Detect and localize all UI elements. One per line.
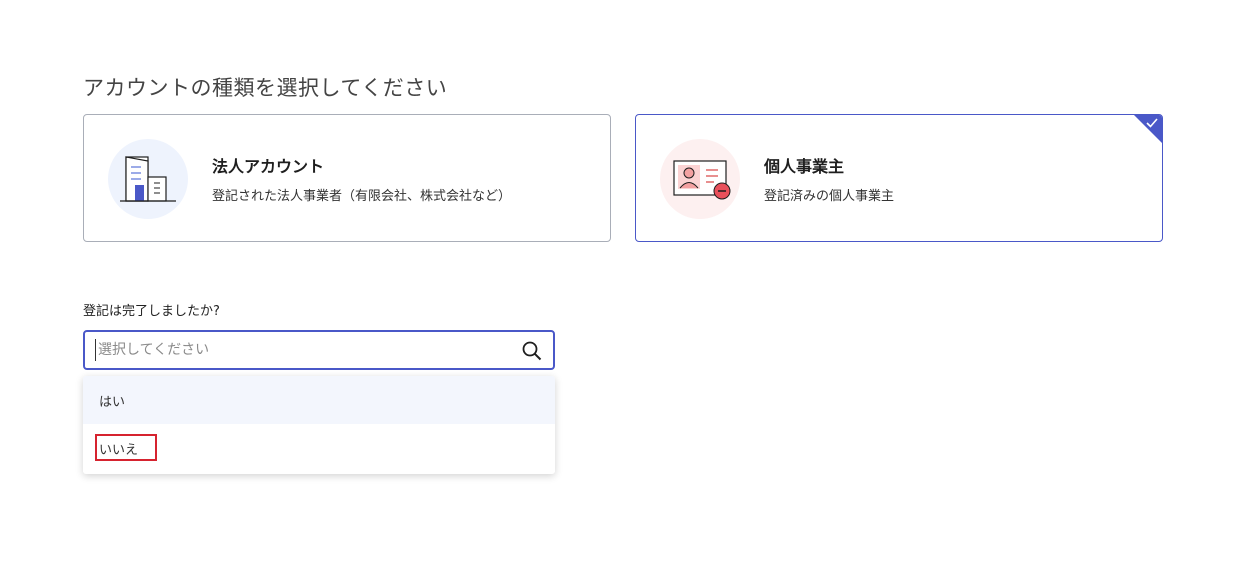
sole-proprietor-title: 個人事業主: [764, 157, 845, 176]
option-no[interactable]: いいえ: [83, 424, 555, 472]
option-no-label: いいえ: [99, 443, 139, 458]
page-title: アカウントの種類を選択してください: [83, 76, 448, 100]
sole-proprietor-card[interactable]: 個人事業主 登記済みの個人事業主: [635, 114, 1163, 242]
search-icon[interactable]: [521, 340, 543, 362]
option-yes-label: はい: [99, 395, 126, 410]
id-card-icon: [660, 139, 740, 219]
registration-select[interactable]: [83, 330, 555, 370]
check-icon: [1146, 118, 1158, 128]
sole-proprietor-description: 登記済みの個人事業主: [764, 189, 895, 204]
registration-dropdown-menu: はい いいえ: [83, 376, 555, 474]
option-yes[interactable]: はい: [83, 376, 555, 424]
corporate-account-description: 登記された法人事業者（有限会社、株式会社など）: [212, 189, 512, 204]
registration-question-label: 登記は完了しましたか?: [83, 304, 220, 319]
building-icon: [108, 139, 188, 219]
corporate-account-card[interactable]: 法人アカウント 登記された法人事業者（有限会社、株式会社など）: [83, 114, 611, 242]
account-type-page: アカウントの種類を選択してください 法人アカウント 登記された法人事業者（有限会…: [0, 0, 1240, 576]
corporate-account-title: 法人アカウント: [212, 157, 325, 176]
registration-search-input[interactable]: [95, 339, 498, 361]
